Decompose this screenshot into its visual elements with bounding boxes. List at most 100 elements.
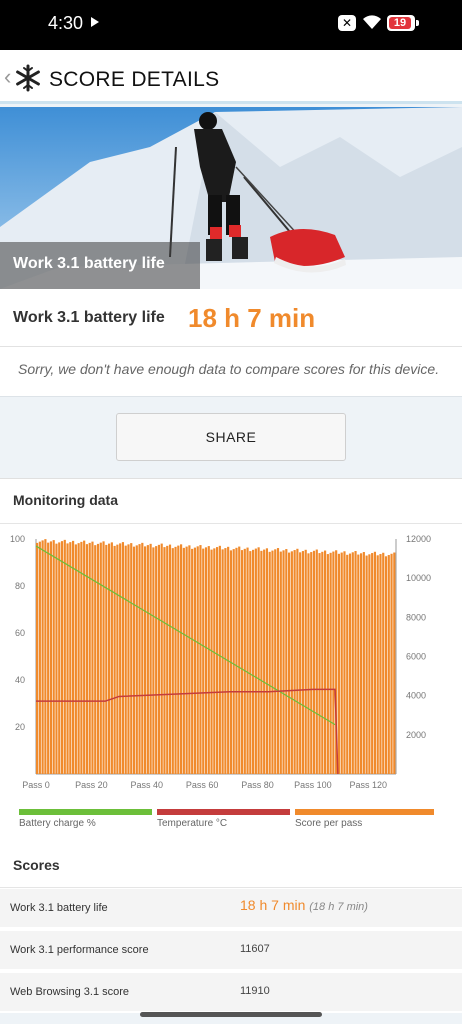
score-bar <box>160 543 163 774</box>
score-bar <box>329 552 332 774</box>
legend-temperature-swatch <box>157 809 290 815</box>
score-value: 11607 <box>240 943 270 955</box>
score-bar <box>210 549 213 774</box>
score-name: Work 3.1 battery life <box>10 902 108 914</box>
score-bar <box>268 551 271 774</box>
y-left-tick-label: 100 <box>10 534 25 544</box>
score-bar <box>108 543 111 774</box>
score-bar <box>124 545 127 774</box>
score-bar <box>157 544 161 774</box>
score-bar <box>318 553 321 774</box>
score-bar <box>390 553 393 774</box>
score-bar <box>324 550 327 774</box>
score-bar <box>163 547 166 774</box>
score-bar <box>130 543 133 774</box>
score-row: Work 3.1 performance score 11607 <box>0 931 462 971</box>
score-bar <box>351 552 354 774</box>
score-value: 18 h 7 min (18 h 7 min) <box>240 897 368 913</box>
back-chevron-icon[interactable]: ‹ <box>4 66 11 88</box>
score-bar <box>72 540 75 774</box>
score-bar <box>77 543 80 774</box>
x-tick-label: Pass 0 <box>22 780 50 790</box>
score-bar <box>296 548 299 774</box>
y-right-tick-label: 2000 <box>406 730 426 740</box>
score-bar <box>113 545 116 774</box>
score-bar <box>243 548 246 774</box>
score-bar <box>271 550 274 774</box>
score-bar <box>116 544 119 774</box>
score-bar <box>58 542 61 774</box>
score-bar <box>149 543 152 774</box>
score-bar <box>196 546 199 774</box>
compare-notice-text: Sorry, we don't have enough data to comp… <box>18 361 440 377</box>
score-name: Work 3.1 performance score <box>10 944 149 956</box>
score-bar <box>171 548 174 774</box>
score-bar <box>307 553 310 774</box>
benchmark-hero-image: Work 3.1 battery life <box>0 107 462 289</box>
share-button[interactable]: SHARE <box>116 413 346 461</box>
battery-nub <box>416 20 419 26</box>
result-value: 18 h 7 min <box>188 303 316 333</box>
score-bar <box>96 543 100 774</box>
x-tick-label: Pass 100 <box>294 780 332 790</box>
x-tick-label: Pass 80 <box>241 780 274 790</box>
score-bar <box>384 556 388 774</box>
y-right-tick-label: 12000 <box>406 534 431 544</box>
score-bar <box>265 548 269 774</box>
score-bar <box>63 539 66 774</box>
x-tick-label: Pass 40 <box>131 780 164 790</box>
score-bar <box>204 547 208 774</box>
score-bar <box>326 554 329 774</box>
battery-icon: 19 <box>387 15 415 31</box>
score-bar <box>44 539 47 774</box>
score-value-main: 18 h 7 min <box>240 897 306 913</box>
score-bar <box>340 552 343 774</box>
score-bar <box>368 554 371 774</box>
score-bar <box>60 541 64 774</box>
score-bar <box>47 542 50 774</box>
score-bar <box>362 552 365 774</box>
score-bar <box>293 550 296 774</box>
y-left-tick-label: 20 <box>15 722 25 732</box>
compare-notice: Sorry, we don't have enough data to comp… <box>0 347 462 397</box>
score-bar <box>246 547 249 774</box>
score-bar <box>105 544 108 774</box>
score-bar <box>337 553 341 774</box>
score-bar <box>180 544 183 774</box>
score-bar <box>74 544 77 774</box>
score-bar <box>191 548 194 774</box>
score-bar <box>152 547 155 774</box>
score-bar <box>216 547 219 774</box>
score-bar <box>94 545 97 774</box>
score-bar <box>238 546 241 774</box>
home-indicator[interactable] <box>140 1012 322 1017</box>
score-bar <box>177 545 180 774</box>
legend-battery-label: Battery charge % <box>19 818 96 829</box>
score-bar <box>332 551 335 774</box>
score-bar <box>138 544 141 774</box>
result-row: Work 3.1 battery life 18 h 7 min <box>0 289 462 347</box>
notification-x-icon: ✕ <box>338 15 356 31</box>
media-play-icon <box>91 17 99 27</box>
x-tick-label: Pass 60 <box>186 780 219 790</box>
score-bar <box>357 554 360 774</box>
y-right-tick-label: 4000 <box>406 691 426 701</box>
x-tick-label: Pass 20 <box>75 780 108 790</box>
score-bar <box>282 550 285 774</box>
score-bar <box>55 543 58 774</box>
score-bar <box>310 552 313 774</box>
score-bar <box>252 549 255 774</box>
score-bar <box>49 541 53 774</box>
hero-caption: Work 3.1 battery life <box>0 242 200 289</box>
divider <box>0 887 462 888</box>
legend-score: Score per pass <box>295 809 434 833</box>
score-bar <box>235 547 238 774</box>
app-bar: ‹ SCORE DETAILS <box>0 50 462 104</box>
score-bar <box>52 540 55 774</box>
score-bar <box>301 551 305 774</box>
score-bar <box>144 546 147 774</box>
score-bar <box>254 548 257 774</box>
score-bar <box>38 541 41 774</box>
score-bar <box>174 546 177 774</box>
score-bar <box>146 545 149 774</box>
